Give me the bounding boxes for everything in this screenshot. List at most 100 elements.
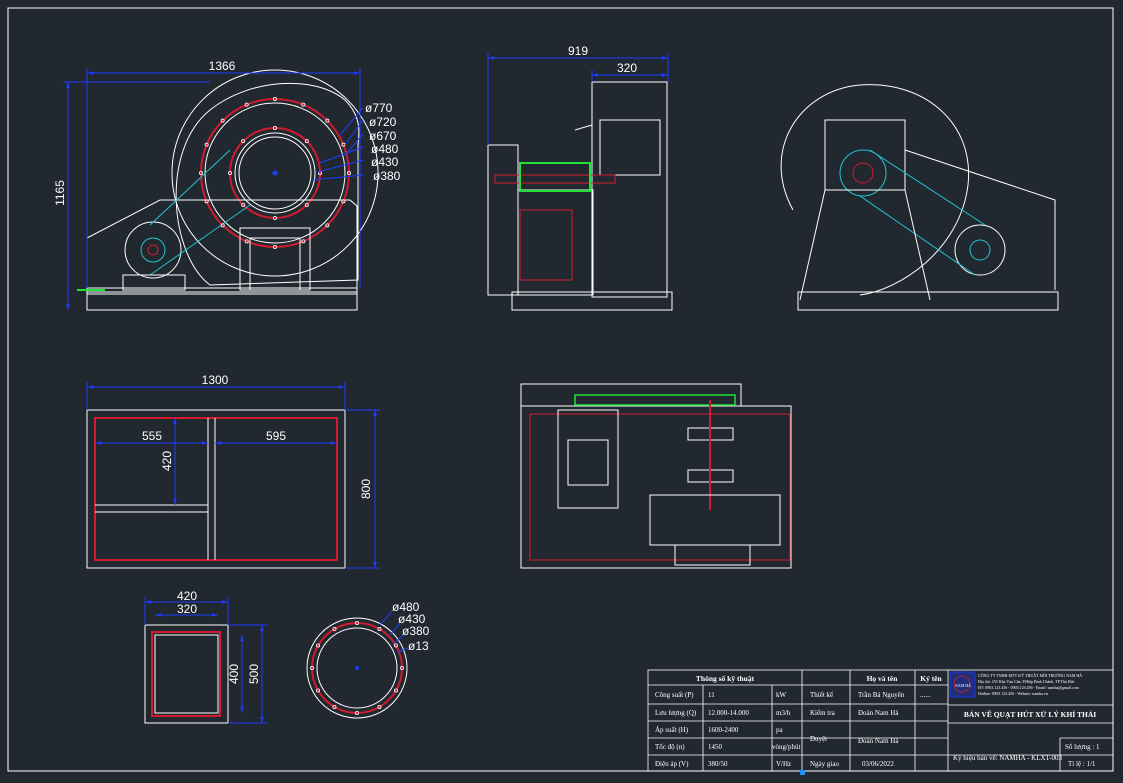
rect-flange-bolt-line bbox=[151, 631, 221, 717]
drawing-code: Ký hiệu bản vẽ: NAMHA - KLXT-003 bbox=[953, 754, 1063, 762]
dim-flange-outer-w: 420 bbox=[177, 589, 197, 603]
company-line-2: ĐT: 0903.123.456 - 0903.123.456 - Email:… bbox=[978, 685, 1080, 690]
dim-flange-inner-h: 400 bbox=[227, 664, 241, 684]
rear-motor-pulley bbox=[954, 224, 1006, 276]
scroll-housing bbox=[175, 82, 360, 286]
spec-label-4: Điện áp (V) bbox=[655, 760, 689, 768]
front-base-top bbox=[86, 287, 358, 295]
spec-unit-2: pa bbox=[776, 726, 784, 734]
spec-value-4: 380/50 bbox=[708, 760, 728, 768]
dim-round-d380: ø380 bbox=[402, 624, 430, 638]
scale: Tỉ lệ : 1/1 bbox=[1068, 760, 1096, 768]
rear-view[interactable] bbox=[780, 84, 1059, 311]
dim-front-width: 1366 bbox=[209, 59, 236, 73]
cad-drawing-viewport[interactable]: 1366 1165 ø770 ø720 ø670 ø480 ø430 ø380 … bbox=[0, 0, 1123, 778]
top-motor bbox=[557, 409, 619, 509]
rear-belt-2 bbox=[859, 195, 976, 276]
rear-motor-hub bbox=[969, 239, 991, 261]
quantity: Số lượng : 1 bbox=[1065, 743, 1100, 751]
base-outer bbox=[86, 409, 346, 569]
spec-value-3: 1450 bbox=[708, 743, 723, 751]
front-base bbox=[86, 291, 358, 311]
role-name-1: Đoàn Nam Hà bbox=[858, 709, 899, 717]
side-flange bbox=[574, 124, 593, 131]
motor-shaft bbox=[147, 244, 159, 256]
bearing-housing-side bbox=[519, 162, 591, 192]
role-name-3: 03/06/2022 bbox=[862, 760, 894, 768]
belt-guard-side bbox=[487, 144, 519, 296]
rect-flange-inner bbox=[154, 634, 219, 714]
dim-d430: ø430 bbox=[371, 155, 399, 169]
front-view[interactable] bbox=[77, 69, 379, 311]
motor-pulley-outer bbox=[124, 221, 182, 279]
rect-flange-view[interactable] bbox=[144, 624, 229, 724]
motor-pulley-inner bbox=[140, 237, 166, 263]
spec-unit-0: kW bbox=[776, 691, 787, 699]
rear-bearing-frame bbox=[824, 119, 906, 191]
base-plan-view[interactable] bbox=[86, 409, 346, 569]
sheet-border bbox=[7, 7, 1114, 772]
dim-d670: ø670 bbox=[369, 129, 397, 143]
top-motor-body bbox=[567, 439, 609, 486]
dim-flange-inner-w: 320 bbox=[177, 602, 197, 616]
top-housing bbox=[649, 494, 781, 546]
rear-legs bbox=[799, 189, 931, 301]
impeller-side bbox=[599, 119, 661, 176]
spec-label-0: Công suất (P) bbox=[655, 691, 694, 699]
spec-value-0: 11 bbox=[708, 691, 715, 699]
top-inlet bbox=[674, 544, 751, 566]
signers-header: Họ và tên bbox=[867, 674, 899, 683]
top-base bbox=[520, 405, 792, 569]
dim-base-inner-height: 420 bbox=[160, 451, 174, 471]
belt-line-2 bbox=[149, 204, 251, 276]
base-red-frame bbox=[94, 417, 338, 561]
rear-guard bbox=[904, 149, 1056, 290]
dim-base-right: 595 bbox=[266, 429, 286, 443]
top-red-frame bbox=[529, 413, 791, 561]
spec-unit-3: vòng/phút bbox=[772, 743, 800, 751]
dim-side-inner: 320 bbox=[617, 61, 637, 75]
dim-d770: ø770 bbox=[365, 101, 393, 115]
dim-base-width: 1300 bbox=[202, 373, 229, 387]
logo-text: NAM HÀ bbox=[955, 683, 971, 688]
role-1: Kiểm tra bbox=[810, 709, 836, 717]
ucs-grip[interactable] bbox=[800, 770, 805, 775]
top-view[interactable] bbox=[520, 383, 792, 569]
spec-unit-4: V/Hz bbox=[776, 760, 791, 768]
spec-value-1: 12.000-14.000 bbox=[708, 709, 749, 717]
spec-value-2: 1600-2400 bbox=[708, 726, 739, 734]
role-3: Ngày giao bbox=[810, 760, 839, 768]
dim-base-left: 555 bbox=[142, 429, 162, 443]
motor-side bbox=[517, 189, 594, 296]
sign-header: Ký tên bbox=[920, 674, 942, 683]
rear-base bbox=[797, 291, 1059, 311]
drawing-canvas: 1366 1165 ø770 ø720 ø670 ø480 ø430 ø380 … bbox=[7, 7, 1114, 775]
dim-d480: ø480 bbox=[371, 142, 399, 156]
dim-front-height: 1165 bbox=[53, 180, 67, 206]
role-name-2: Đoàn Nam Hà bbox=[858, 737, 899, 745]
dim-base-height: 800 bbox=[359, 479, 373, 499]
center-mark bbox=[272, 170, 278, 176]
rect-flange-dims bbox=[144, 597, 267, 724]
company-line-3: Hotline: 0903.123.456 - Website: namha.v… bbox=[978, 691, 1048, 696]
dim-round-d13: ø13 bbox=[408, 639, 429, 653]
role-name-0: Trần Bá Nguyên bbox=[858, 691, 905, 699]
dim-flange-outer-h: 500 bbox=[247, 664, 261, 684]
side-view[interactable] bbox=[487, 81, 673, 311]
rect-flange-outer bbox=[144, 624, 229, 724]
side-dim-lines bbox=[487, 53, 669, 145]
fan-housing-side bbox=[591, 81, 668, 298]
rear-hub bbox=[852, 162, 874, 184]
dim-side-width: 919 bbox=[568, 44, 588, 58]
drawing-title: BẢN VẼ QUẠT HÚT XỬ LÝ KHÍ THẢI bbox=[964, 709, 1096, 719]
shaft-side bbox=[494, 174, 616, 184]
company-line-0: CÔNG TY TNHH MTV KỸ THUẬT MÔI TRƯỜNG NAM… bbox=[978, 673, 1082, 678]
motor-fins bbox=[519, 209, 573, 281]
spec-header: Thông số kỹ thuật bbox=[696, 674, 755, 683]
rear-pulley-big bbox=[839, 149, 887, 197]
spec-unit-1: m3/h bbox=[776, 709, 791, 717]
dim-d380: ø380 bbox=[373, 169, 401, 183]
role-sign-0: ...... bbox=[920, 691, 931, 699]
dim-d720: ø720 bbox=[369, 115, 397, 129]
role-2: Duyệt bbox=[810, 735, 827, 743]
